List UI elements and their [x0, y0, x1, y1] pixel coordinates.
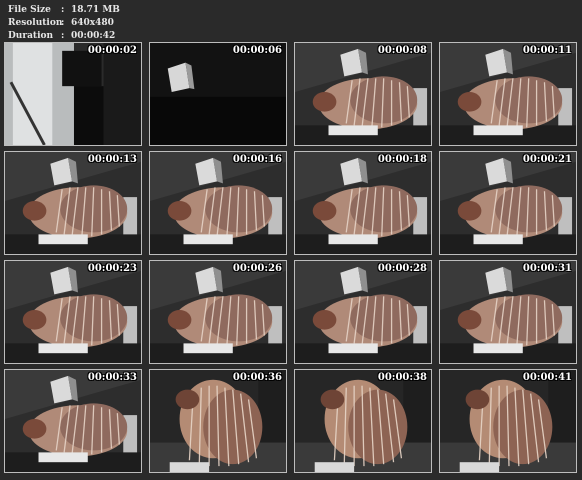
info-key: File Size	[8, 5, 51, 15]
video-thumbnail[interactable]: 00:00:08	[294, 42, 432, 146]
thumbnail-frame	[295, 370, 431, 472]
info-separator: :	[61, 5, 65, 15]
info-row-filesize: File Size : 18.71 MB	[8, 4, 120, 17]
thumbnail-frame	[440, 370, 576, 472]
timestamp: 00:00:16	[232, 154, 282, 165]
thumbnail-frame	[150, 261, 286, 363]
timestamp: 00:00:28	[377, 263, 427, 274]
thumbnail-frame	[440, 152, 576, 254]
info-separator: :	[61, 18, 65, 28]
timestamp: 00:00:36	[232, 372, 282, 383]
thumbnail-frame	[295, 43, 431, 145]
info-key: Resolution	[8, 18, 63, 28]
timestamp: 00:00:23	[87, 263, 137, 274]
video-thumbnail[interactable]: 00:00:13	[4, 151, 142, 255]
timestamp: 00:00:41	[522, 372, 572, 383]
video-thumbnail[interactable]: 00:00:33	[4, 369, 142, 473]
info-row-resolution: Resolution : 640x480	[8, 17, 120, 30]
video-thumbnail[interactable]: 00:00:11	[439, 42, 577, 146]
video-thumbnail[interactable]: 00:00:38	[294, 369, 432, 473]
thumbnail-frame	[5, 261, 141, 363]
info-value: 640x480	[71, 18, 114, 28]
thumbnail-frame	[150, 43, 286, 145]
video-thumbnail[interactable]: 00:00:21	[439, 151, 577, 255]
thumbnail-frame	[5, 43, 141, 145]
thumbnail-frame	[440, 261, 576, 363]
timestamp: 00:00:08	[377, 45, 427, 56]
timestamp: 00:00:02	[87, 45, 137, 56]
timestamp: 00:00:11	[522, 45, 572, 56]
video-thumbnail[interactable]: 00:00:16	[149, 151, 287, 255]
timestamp: 00:00:26	[232, 263, 282, 274]
thumbnail-frame	[5, 152, 141, 254]
timestamp: 00:00:06	[232, 45, 282, 56]
video-thumbnail[interactable]: 00:00:02	[4, 42, 142, 146]
thumbnail-frame	[150, 152, 286, 254]
video-thumbnail[interactable]: 00:00:36	[149, 369, 287, 473]
thumbnail-frame	[295, 152, 431, 254]
timestamp: 00:00:13	[87, 154, 137, 165]
timestamp: 00:00:21	[522, 154, 572, 165]
timestamp: 00:00:31	[522, 263, 572, 274]
video-thumbnail[interactable]: 00:00:18	[294, 151, 432, 255]
video-thumbnail[interactable]: 00:00:41	[439, 369, 577, 473]
info-value: 18.71 MB	[71, 5, 120, 15]
video-thumbnail[interactable]: 00:00:31	[439, 260, 577, 364]
video-thumbnail[interactable]: 00:00:26	[149, 260, 287, 364]
thumbnail-grid: 00:00:02 00:00:06 00:00:08 00:00:11 00:0…	[4, 42, 580, 478]
timestamp: 00:00:38	[377, 372, 427, 383]
thumbnail-frame	[150, 370, 286, 472]
timestamp: 00:00:18	[377, 154, 427, 165]
video-thumbnail[interactable]: 00:00:23	[4, 260, 142, 364]
timestamp: 00:00:33	[87, 372, 137, 383]
thumbnail-frame	[5, 370, 141, 472]
thumbnail-frame	[440, 43, 576, 145]
video-thumbnail[interactable]: 00:00:28	[294, 260, 432, 364]
thumbnail-frame	[295, 261, 431, 363]
video-thumbnail[interactable]: 00:00:06	[149, 42, 287, 146]
file-info: File Size : 18.71 MB Resolution : 640x48…	[8, 4, 120, 43]
